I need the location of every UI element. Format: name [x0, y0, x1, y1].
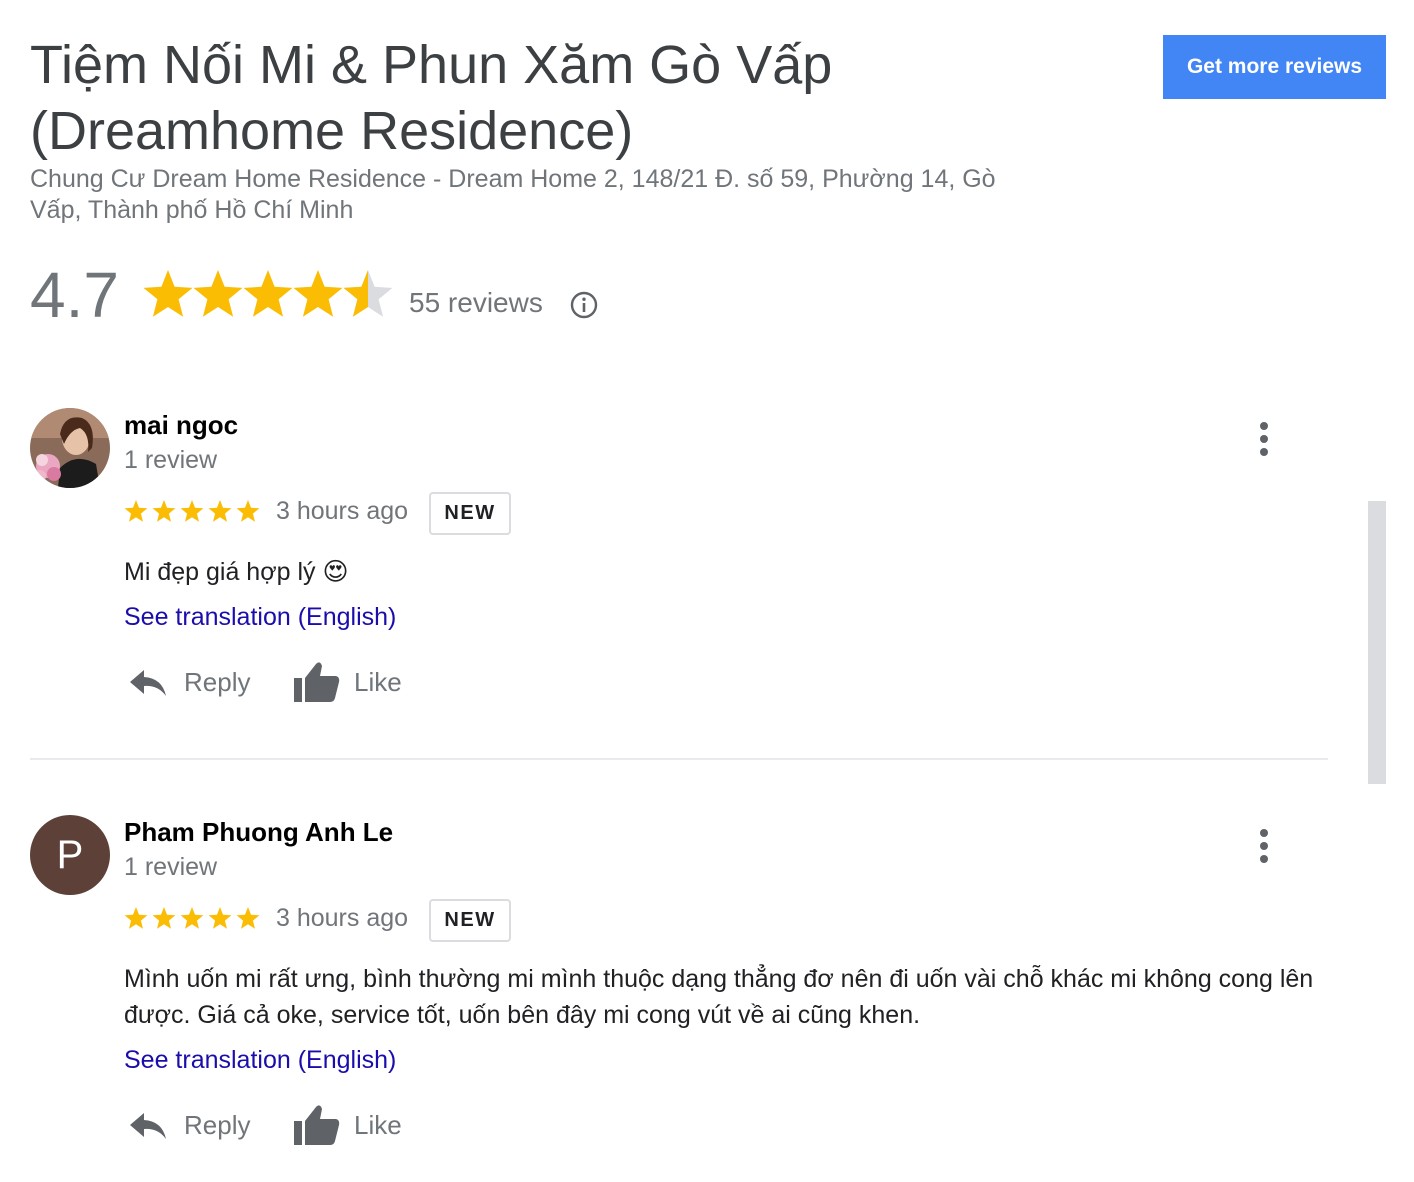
new-badge: NEW [429, 899, 511, 942]
like-button[interactable]: Like [294, 660, 414, 704]
thumbs-up-icon [294, 1105, 340, 1145]
star-icon [208, 907, 232, 929]
reply-label: Reply [184, 1110, 251, 1140]
star-icon [208, 500, 232, 522]
review-time: 3 hours ago [276, 497, 409, 525]
reviewer-review-count: 1 review [124, 446, 218, 474]
avatar[interactable]: P [30, 815, 110, 895]
review-time: 3 hours ago [276, 904, 409, 932]
reviewer-review-count: 1 review [124, 853, 218, 881]
review-divider [30, 758, 1328, 760]
see-translation-link[interactable]: See translation (English) [124, 1043, 396, 1077]
star-icon [193, 270, 243, 317]
star-icon [152, 500, 176, 522]
reviewer-name[interactable]: mai ngoc [124, 408, 238, 442]
star-icon [236, 500, 260, 522]
more-options-icon[interactable] [1250, 827, 1278, 867]
star-icon [293, 270, 343, 317]
reply-button[interactable]: Reply [128, 1103, 258, 1147]
star-icon [180, 500, 204, 522]
review-text: Mi đẹp giá hợp lý 😍 [124, 558, 349, 586]
star-icon [143, 270, 193, 317]
star-icon [180, 907, 204, 929]
reply-icon [130, 670, 166, 696]
like-button[interactable]: Like [294, 1103, 414, 1147]
review-text: Mình uốn mi rất ưng, bình thường mi mình… [124, 965, 1314, 1029]
review-rating-row: 3 hours ago NEW [124, 899, 724, 943]
star-icon [236, 907, 260, 929]
reviewer-name[interactable]: Pham Phuong Anh Le [124, 815, 393, 849]
new-badge: NEW [429, 492, 511, 535]
reply-icon [130, 1113, 166, 1139]
more-options-icon[interactable] [1250, 420, 1278, 460]
avatar[interactable] [30, 408, 110, 488]
thumbs-up-icon [294, 662, 340, 702]
star-icon [124, 500, 148, 522]
review-stars [124, 500, 260, 522]
business-address: Chung Cư Dream Home Residence - Dream Ho… [30, 165, 996, 224]
review-actions: Reply Like [128, 660, 528, 704]
info-icon[interactable] [570, 291, 598, 319]
get-more-reviews-button[interactable]: Get more reviews [1163, 35, 1386, 99]
reply-button[interactable]: Reply [128, 660, 258, 704]
like-label: Like [354, 667, 402, 697]
reply-label: Reply [184, 667, 251, 697]
review-stars [124, 907, 260, 929]
rating-summary: 4.7 55 reviews [30, 258, 730, 338]
like-label: Like [354, 1110, 402, 1140]
star-icon [243, 270, 293, 317]
overall-rating: 4.7 [30, 259, 119, 331]
review-actions: Reply Like [128, 1103, 528, 1147]
half-star-icon [343, 270, 392, 317]
see-translation-link[interactable]: See translation (English) [124, 600, 396, 634]
overall-rating-stars [143, 270, 392, 317]
star-icon [152, 907, 176, 929]
avatar-photo [30, 408, 110, 488]
reviews-page: Tiệm Nối Mi & Phun Xăm Gò Vấp (Dreamhome… [0, 0, 1414, 1182]
business-title: Tiệm Nối Mi & Phun Xăm Gò Vấp (Dreamhome… [30, 35, 833, 161]
scrollbar[interactable] [1368, 501, 1386, 784]
review-rating-row: 3 hours ago NEW [124, 492, 724, 536]
review-count: 55 reviews [409, 287, 543, 318]
star-icon [124, 907, 148, 929]
